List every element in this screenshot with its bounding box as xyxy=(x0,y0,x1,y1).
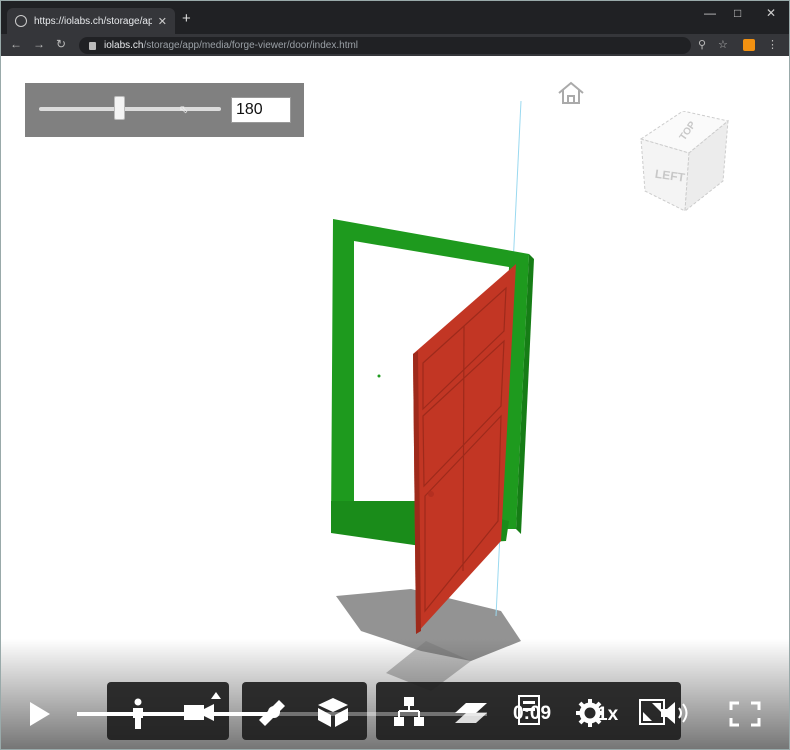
forward-icon[interactable]: → xyxy=(33,37,45,51)
window-close-icon[interactable]: ✕ xyxy=(766,6,776,20)
new-tab-button[interactable]: + xyxy=(182,10,191,27)
progress-fill xyxy=(77,712,274,716)
url-path: /storage/app/media/forge-viewer/door/ind… xyxy=(143,40,359,51)
home-icon[interactable] xyxy=(556,80,586,106)
slider-thumb[interactable] xyxy=(113,96,125,120)
door-handle xyxy=(428,491,434,497)
lock-icon xyxy=(89,41,96,50)
browser-tab[interactable]: https://iolabs.ch/storage/app/m ✕ xyxy=(7,8,175,34)
minimize-icon[interactable]: — xyxy=(704,6,716,20)
view-cube[interactable]: LEFT TOP xyxy=(633,111,733,216)
rotation-slider-panel: ⬁ xyxy=(25,83,304,137)
url-host: iolabs.ch xyxy=(104,40,144,51)
browser-toolbar: ← → ↻ iolabs.ch /storage/app/media/forge… xyxy=(1,34,789,56)
current-time: 0:09 xyxy=(513,703,552,724)
slider-track[interactable] xyxy=(39,107,221,111)
play-icon[interactable] xyxy=(27,700,53,728)
tab-title: https://iolabs.ch/storage/app/m xyxy=(34,15,152,27)
camera-icon[interactable] xyxy=(181,691,221,725)
reload-icon[interactable]: ↻ xyxy=(56,37,66,51)
frame-marker xyxy=(377,374,381,378)
screen: https://iolabs.ch/storage/app/m ✕ + — □ … xyxy=(0,0,790,750)
mouse-cursor-icon: ⬁ xyxy=(179,104,189,116)
playback-speed[interactable]: 1x xyxy=(597,704,618,726)
globe-icon xyxy=(15,15,27,27)
volume-icon[interactable] xyxy=(660,700,692,726)
browser-tab-bar: https://iolabs.ch/storage/app/m ✕ + — □ … xyxy=(1,1,789,34)
zoom-icon[interactable]: ⚲ xyxy=(698,38,706,51)
progress-knob[interactable] xyxy=(267,706,280,718)
close-tab-icon[interactable]: ✕ xyxy=(158,15,167,28)
maximize-icon[interactable]: □ xyxy=(734,6,741,20)
bookmark-star-icon[interactable]: ☆ xyxy=(718,38,728,51)
back-icon[interactable]: ← xyxy=(10,37,22,51)
rotation-value-input[interactable] xyxy=(231,97,291,123)
extension-icon[interactable] xyxy=(743,39,755,51)
fullscreen-icon[interactable] xyxy=(729,701,761,727)
address-bar[interactable]: iolabs.ch /storage/app/media/forge-viewe… xyxy=(79,37,691,54)
browser-menu-icon[interactable]: ⋮ xyxy=(767,38,778,51)
